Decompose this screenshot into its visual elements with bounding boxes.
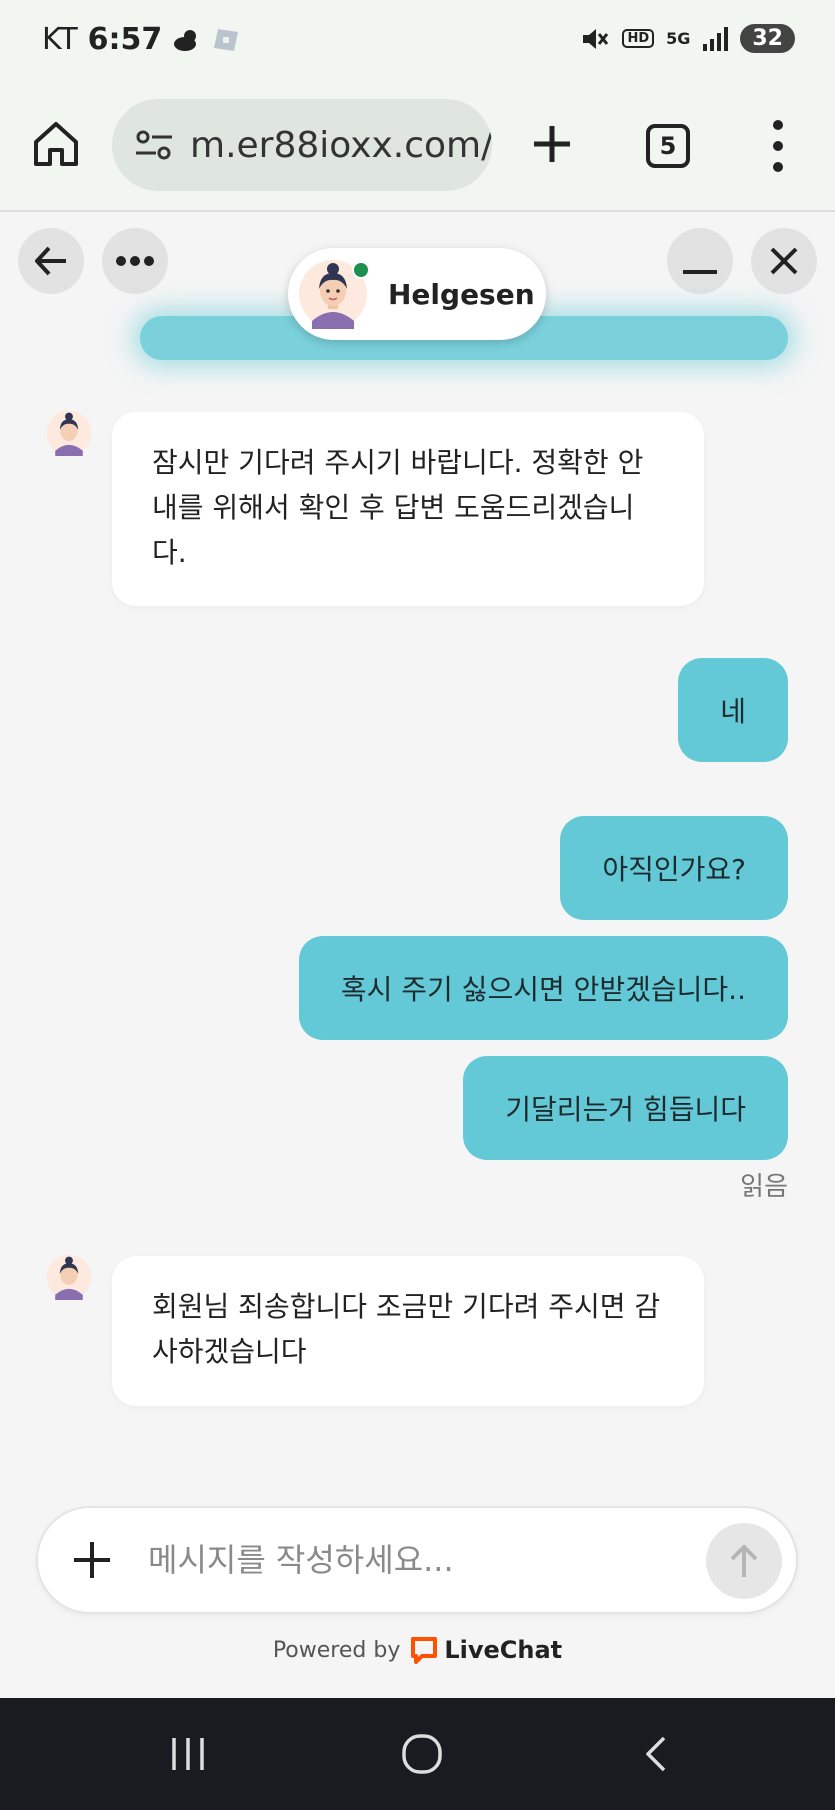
mute-icon: [583, 28, 609, 49]
status-left: KT 6:57: [42, 22, 240, 57]
livechat-link[interactable]: LiveChat: [410, 1636, 562, 1664]
attach-button[interactable]: [68, 1536, 116, 1584]
more-options-button[interactable]: [102, 228, 168, 294]
user-message: 네: [678, 658, 788, 762]
agent-message: 회원님 죄송합니다 조금만 기다려 주시면 감사하겠습니다: [112, 1256, 704, 1406]
livechat-brand: LiveChat: [444, 1636, 563, 1664]
system-navigation-bar: [0, 1698, 835, 1810]
chevron-left-icon: [646, 1736, 666, 1772]
agent-name: Helgesen: [388, 277, 535, 311]
message-input[interactable]: [148, 1532, 708, 1588]
livechat-logo-icon: [411, 1637, 438, 1664]
user-message: 아직인가요?: [560, 816, 788, 920]
plus-icon: [74, 1542, 110, 1578]
home-circle-icon: [402, 1734, 442, 1774]
browser-menu-button[interactable]: [766, 120, 790, 172]
screen: KT 6:57 HD 5G 32 m.er88ioxx.com/k 5 Helg…: [0, 0, 835, 1810]
agent-avatar: [298, 259, 370, 329]
recent-apps-icon: [172, 1738, 204, 1770]
weather-icon: [174, 29, 197, 51]
battery-icon: 32: [740, 24, 795, 53]
plus-icon: [534, 126, 570, 162]
online-status-indicator: [352, 261, 370, 279]
network-5g-icon: 5G: [666, 29, 691, 48]
close-chat-button[interactable]: [751, 228, 817, 294]
hd-icon: HD: [622, 29, 655, 48]
status-bar: KT 6:57 HD 5G 32: [0, 0, 835, 84]
powered-by-footer: Powered by LiveChat: [0, 1636, 835, 1664]
signal-icon: [703, 26, 729, 51]
home-button[interactable]: [30, 118, 82, 170]
agent-info[interactable]: Helgesen: [288, 248, 546, 340]
back-nav-button[interactable]: [626, 1728, 686, 1780]
back-button[interactable]: [18, 228, 84, 294]
browser-toolbar: m.er88ioxx.com/k 5: [0, 84, 835, 212]
menu-dot: [773, 141, 783, 151]
tab-switcher-button[interactable]: 5: [646, 124, 690, 168]
new-tab-button[interactable]: [528, 120, 576, 168]
status-right: HD 5G 32: [580, 24, 795, 53]
menu-dot: [773, 120, 783, 130]
agent-avatar-icon: [46, 1254, 92, 1300]
recent-apps-button[interactable]: [158, 1728, 218, 1780]
user-message: 혹시 주기 싫으시면 안받겠습니다..: [298, 936, 788, 1040]
read-receipt: 읽음: [740, 1172, 788, 1202]
home-icon: [34, 122, 78, 166]
minimize-button[interactable]: [667, 228, 733, 294]
arrow-left-icon: [35, 246, 66, 276]
arrow-up-icon: [730, 1545, 758, 1577]
site-settings-icon[interactable]: [134, 125, 174, 165]
app-notification-icon: [214, 28, 239, 51]
agent-avatar-icon: [46, 410, 92, 456]
minimize-icon: [683, 270, 717, 274]
more-horizontal-icon: [116, 256, 154, 266]
home-nav-button[interactable]: [392, 1728, 452, 1780]
send-button[interactable]: [706, 1523, 782, 1599]
carrier-label: KT: [42, 22, 78, 57]
message-composer: [36, 1506, 798, 1614]
clock: 6:57: [87, 22, 163, 57]
address-bar[interactable]: m.er88ioxx.com/k: [112, 99, 492, 191]
close-icon: [770, 247, 798, 275]
user-message: 기달리는거 힘듭니다: [463, 1056, 788, 1160]
agent-message: 잠시만 기다려 주시기 바랍니다. 정확한 안내를 위해서 확인 후 답변 도움…: [112, 412, 704, 606]
tab-count: 5: [659, 132, 677, 160]
url-text[interactable]: m.er88ioxx.com/k: [190, 125, 492, 166]
powered-by-label: Powered by: [272, 1637, 401, 1663]
menu-dot: [773, 162, 783, 172]
